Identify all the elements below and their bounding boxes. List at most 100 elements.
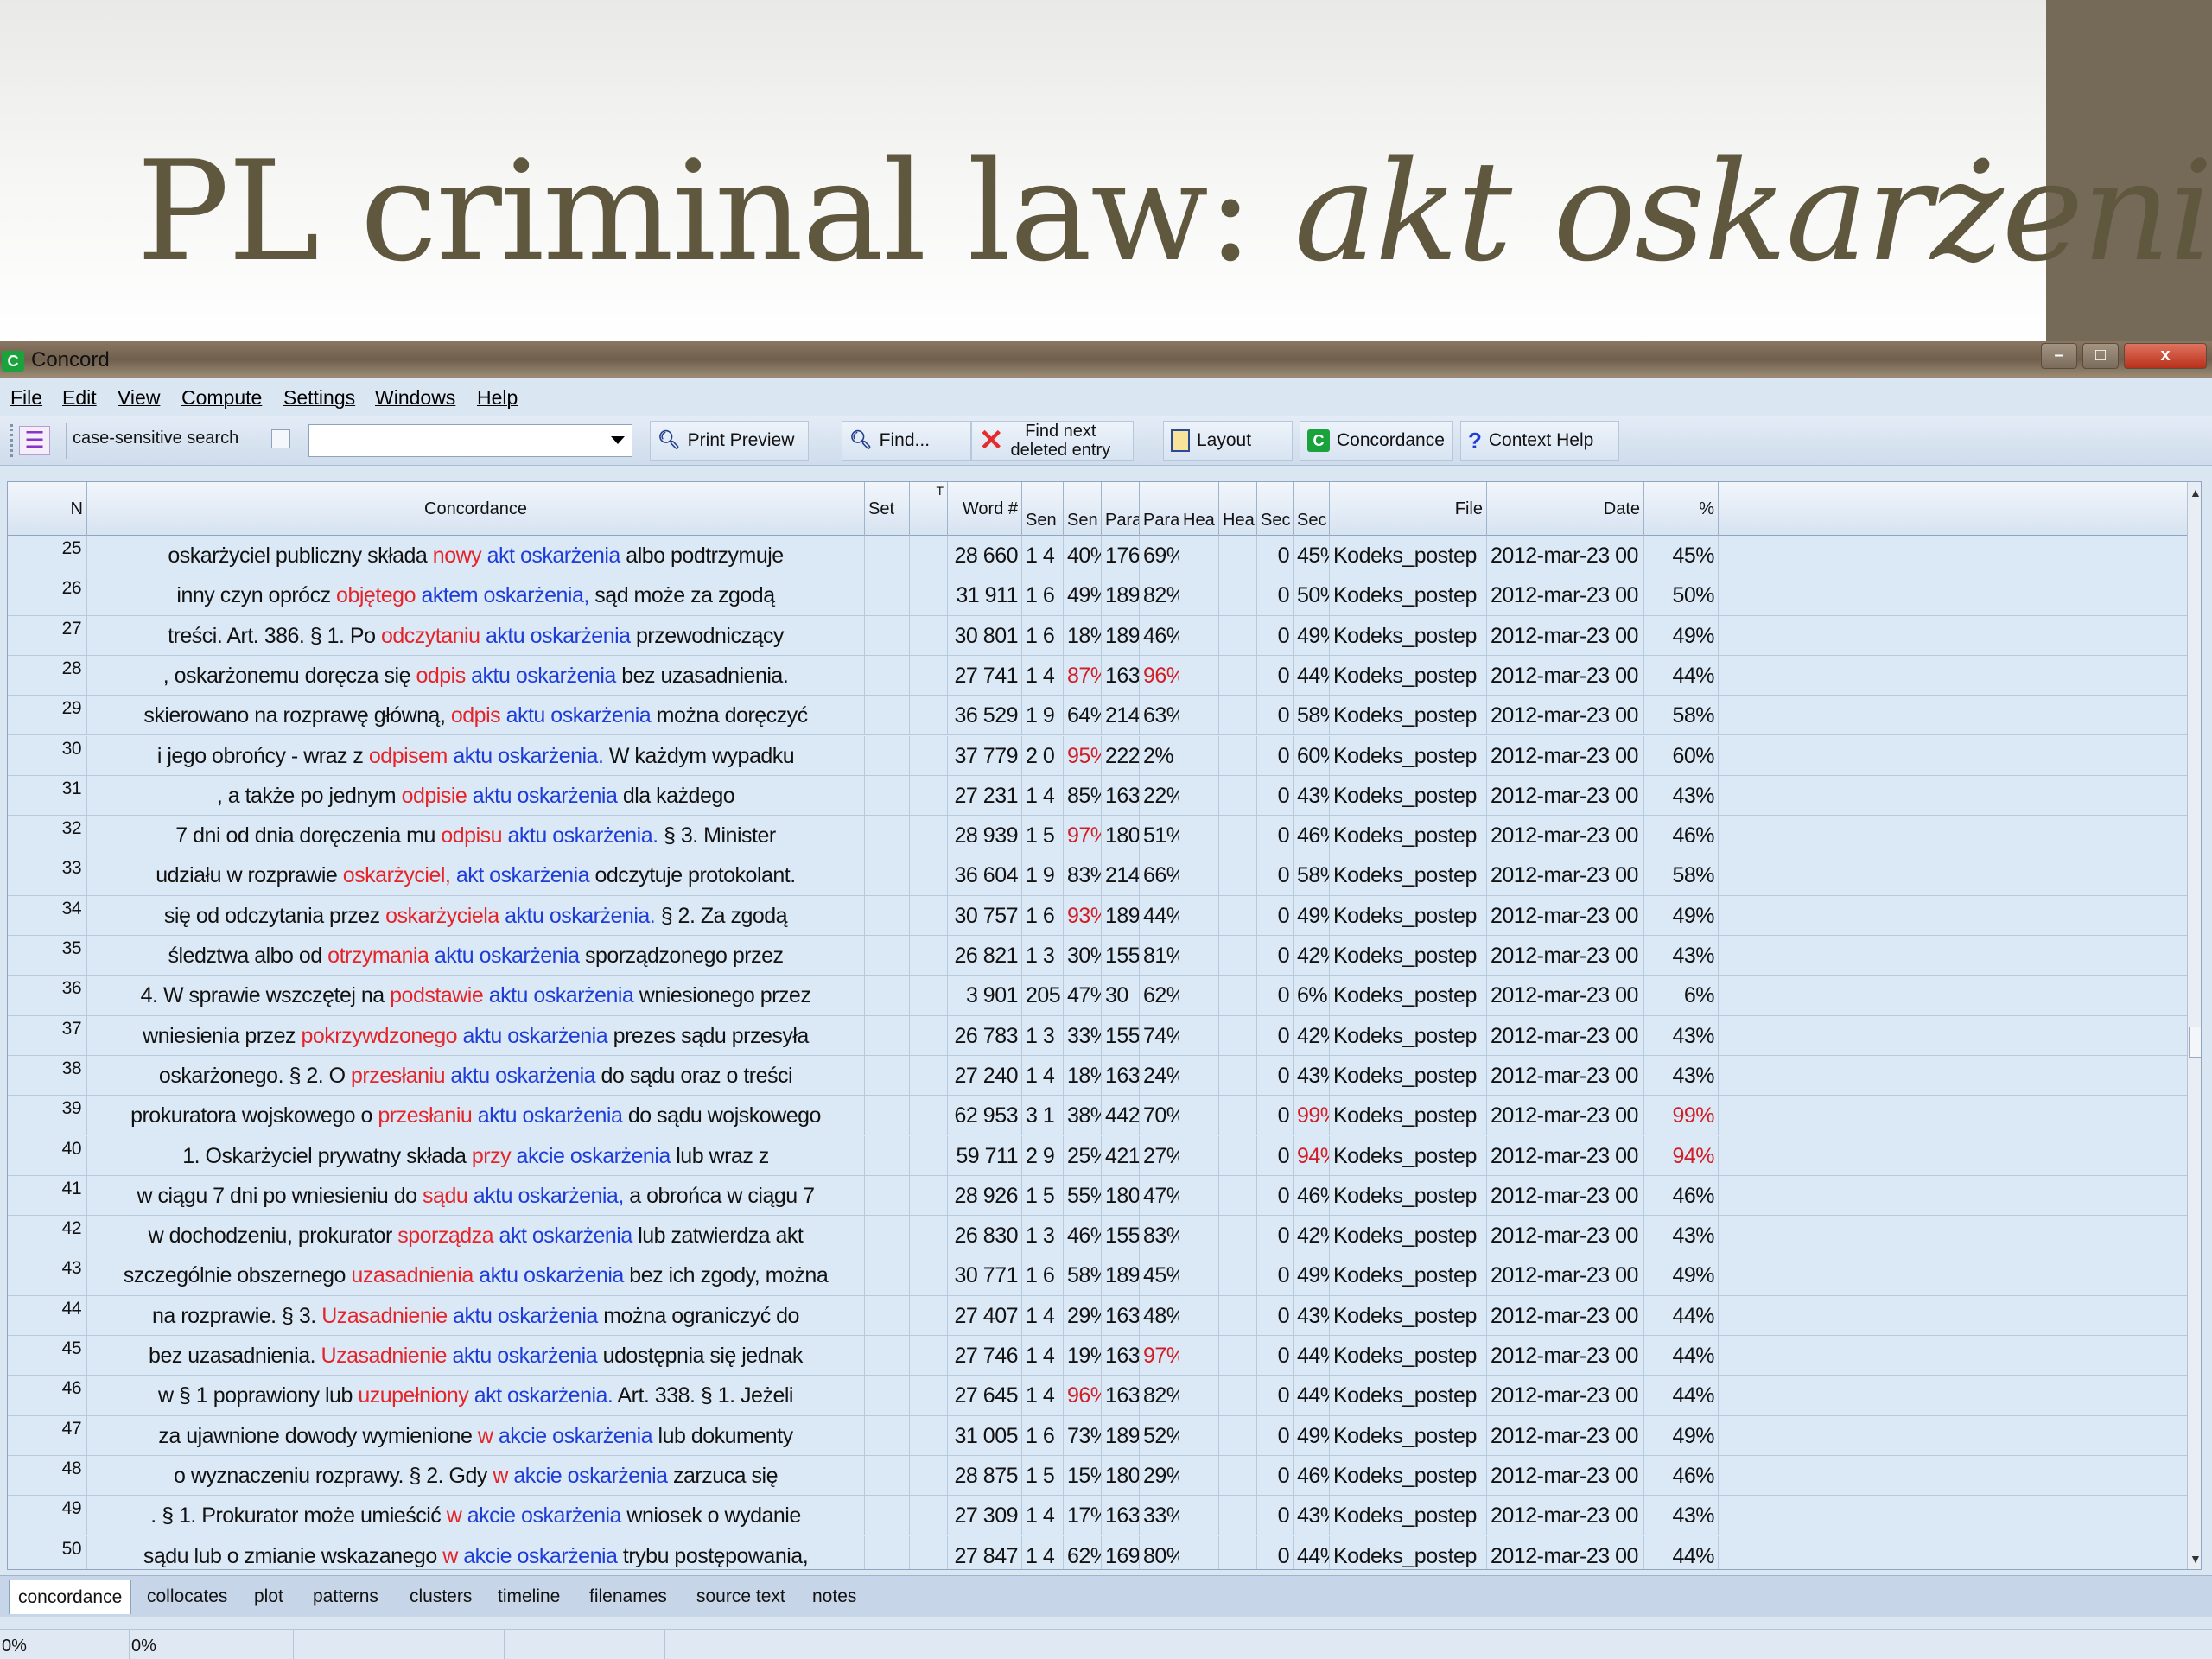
cell-tag[interactable] (910, 1415, 948, 1455)
cell-sen-1[interactable]: 1 4 (1022, 1535, 1064, 1569)
cell-set[interactable] (865, 1015, 910, 1055)
cell-para-2[interactable]: 45% (1140, 1255, 1179, 1295)
cell-para-2[interactable]: 96% (1140, 655, 1179, 696)
cell-sec-1[interactable]: 0 (1257, 1295, 1294, 1335)
table-row[interactable]: 37 wniesienia przez pokrzywdzonego aktu o… (8, 1015, 2201, 1056)
cell-hea-2[interactable] (1219, 1455, 1257, 1496)
tab-patterns[interactable]: patterns (304, 1580, 387, 1614)
cell-para-2[interactable]: 2% (1140, 735, 1179, 775)
cell-date[interactable]: 2012-mar-23 00 (1487, 1336, 1644, 1376)
cell-n[interactable]: 28 (8, 655, 87, 696)
cell-para-1[interactable]: 442 (1102, 1096, 1140, 1135)
cell-sen-1[interactable]: 1 4 (1022, 1376, 1064, 1415)
cell-date[interactable]: 2012-mar-23 00 (1487, 615, 1644, 655)
cell-n[interactable]: 25 (8, 536, 87, 575)
cell-file[interactable]: Kodeks_postep (1330, 1336, 1487, 1376)
cell-hea-2[interactable] (1219, 536, 1257, 575)
cell-sen-1[interactable]: 1 4 (1022, 1055, 1064, 1096)
cell-para-2[interactable]: 97% (1140, 1336, 1179, 1376)
cell-sec-1[interactable]: 0 (1257, 1255, 1294, 1295)
cell-hea-1[interactable] (1179, 1295, 1219, 1335)
cell-sec-2[interactable]: 43% (1294, 1055, 1330, 1096)
cell-tag[interactable] (910, 1535, 948, 1569)
cell-hea-2[interactable] (1219, 1216, 1257, 1255)
cell-para-1[interactable]: 163 (1102, 1496, 1140, 1535)
cell-date[interactable]: 2012-mar-23 00 (1487, 1096, 1644, 1135)
table-row[interactable]: 34 się od odczytania przez oskarżyciela a… (8, 895, 2201, 936)
cell-tag[interactable] (910, 895, 948, 935)
cell-hea-1[interactable] (1179, 536, 1219, 575)
scroll-down-arrow-icon[interactable]: ▼ (2190, 1552, 2201, 1566)
cell-set[interactable] (865, 1175, 910, 1216)
menu-edit[interactable]: Edit (62, 386, 97, 410)
cell-sen-2[interactable]: 96% (1064, 1376, 1102, 1415)
table-row[interactable]: 31, a także po jednym odpisie aktu oskar… (8, 775, 2201, 817)
cell-percent[interactable]: 46% (1644, 1455, 1719, 1496)
cell-concordance[interactable]: na rozprawie. § 3. Uzasadnienie aktu osk… (87, 1295, 865, 1335)
table-row[interactable]: 46 w § 1 poprawiony lub uzupełniony akt o… (8, 1376, 2201, 1416)
cell-date[interactable]: 2012-mar-23 00 (1487, 976, 1644, 1015)
cell-para-2[interactable]: 47% (1140, 1175, 1179, 1216)
table-row[interactable]: 44 na rozprawie. § 3. Uzasadnienie aktu o… (8, 1295, 2201, 1336)
cell-tag[interactable] (910, 1216, 948, 1255)
cell-sen-2[interactable]: 97% (1064, 816, 1102, 855)
col-header-n[interactable]: N (8, 482, 87, 536)
cell-n[interactable]: 41 (8, 1175, 87, 1216)
col-header-sen-2[interactable]: Sen (1064, 482, 1102, 536)
cell-hea-2[interactable] (1219, 1535, 1257, 1569)
cell-n[interactable]: 29 (8, 696, 87, 735)
scroll-up-arrow-icon[interactable]: ▲ (2190, 486, 2201, 499)
cell-hea-2[interactable] (1219, 1336, 1257, 1376)
cell-hea-1[interactable] (1179, 976, 1219, 1015)
table-row[interactable]: 40 1. Oskarżyciel prywatny składa przy ak… (8, 1135, 2201, 1176)
cell-para-2[interactable]: 62% (1140, 976, 1179, 1015)
col-header-set[interactable]: Set (865, 482, 910, 536)
cell-word-number[interactable]: 26 783 (948, 1015, 1022, 1055)
cell-para-1[interactable]: 222 (1102, 735, 1140, 775)
cell-n[interactable]: 44 (8, 1295, 87, 1335)
tab-plot[interactable]: plot (245, 1580, 292, 1614)
cell-set[interactable] (865, 655, 910, 696)
cell-concordance[interactable]: oskarżyciel publiczny składa nowy akt os… (87, 536, 865, 575)
cell-sec-2[interactable]: 58% (1294, 696, 1330, 735)
cell-para-1[interactable]: 30 (1102, 976, 1140, 1015)
cell-word-number[interactable]: 37 779 (948, 735, 1022, 775)
cell-date[interactable]: 2012-mar-23 00 (1487, 855, 1644, 895)
cell-para-1[interactable]: 163 (1102, 775, 1140, 816)
cell-file[interactable]: Kodeks_postep (1330, 1496, 1487, 1535)
cell-set[interactable] (865, 936, 910, 976)
cell-word-number[interactable]: 62 953 (948, 1096, 1022, 1135)
cell-sec-2[interactable]: 49% (1294, 1415, 1330, 1455)
cell-sec-1[interactable]: 0 (1257, 1455, 1294, 1496)
cell-sec-2[interactable]: 50% (1294, 575, 1330, 615)
cell-para-1[interactable]: 189 (1102, 1415, 1140, 1455)
cell-set[interactable] (865, 895, 910, 935)
cell-sec-1[interactable]: 0 (1257, 1015, 1294, 1055)
cell-concordance[interactable]: 4. W sprawie wszczętej na podstawie aktu… (87, 976, 865, 1015)
cell-word-number[interactable]: 27 407 (948, 1295, 1022, 1335)
cell-tag[interactable] (910, 816, 948, 855)
cell-tag[interactable] (910, 1055, 948, 1096)
cell-set[interactable] (865, 1376, 910, 1415)
cell-tag[interactable] (910, 655, 948, 696)
cell-sen-2[interactable]: 62% (1064, 1535, 1102, 1569)
cell-concordance[interactable]: udziału w rozprawie oskarżyciel, akt osk… (87, 855, 865, 895)
cell-sen-2[interactable]: 47% (1064, 976, 1102, 1015)
cell-percent[interactable]: 44% (1644, 1336, 1719, 1376)
cell-tag[interactable] (910, 1496, 948, 1535)
cell-set[interactable] (865, 1096, 910, 1135)
cell-tag[interactable] (910, 696, 948, 735)
cell-n[interactable]: 45 (8, 1336, 87, 1376)
cell-percent[interactable]: 44% (1644, 1295, 1719, 1335)
cell-percent[interactable]: 99% (1644, 1096, 1719, 1135)
cell-sen-2[interactable]: 29% (1064, 1295, 1102, 1335)
col-header-percent[interactable]: % (1644, 482, 1719, 536)
cell-para-1[interactable]: 189 (1102, 895, 1140, 935)
cell-sec-1[interactable]: 0 (1257, 1096, 1294, 1135)
cell-set[interactable] (865, 575, 910, 615)
table-row[interactable]: 32 7 dni od dnia doręczenia mu odpisu akt… (8, 816, 2201, 856)
cell-word-number[interactable]: 27 746 (948, 1336, 1022, 1376)
cell-para-2[interactable]: 81% (1140, 936, 1179, 976)
cell-sen-2[interactable]: 64% (1064, 696, 1102, 735)
table-row[interactable]: 48 o wyznaczeniu rozprawy. § 2. Gdy w akc… (8, 1455, 2201, 1497)
